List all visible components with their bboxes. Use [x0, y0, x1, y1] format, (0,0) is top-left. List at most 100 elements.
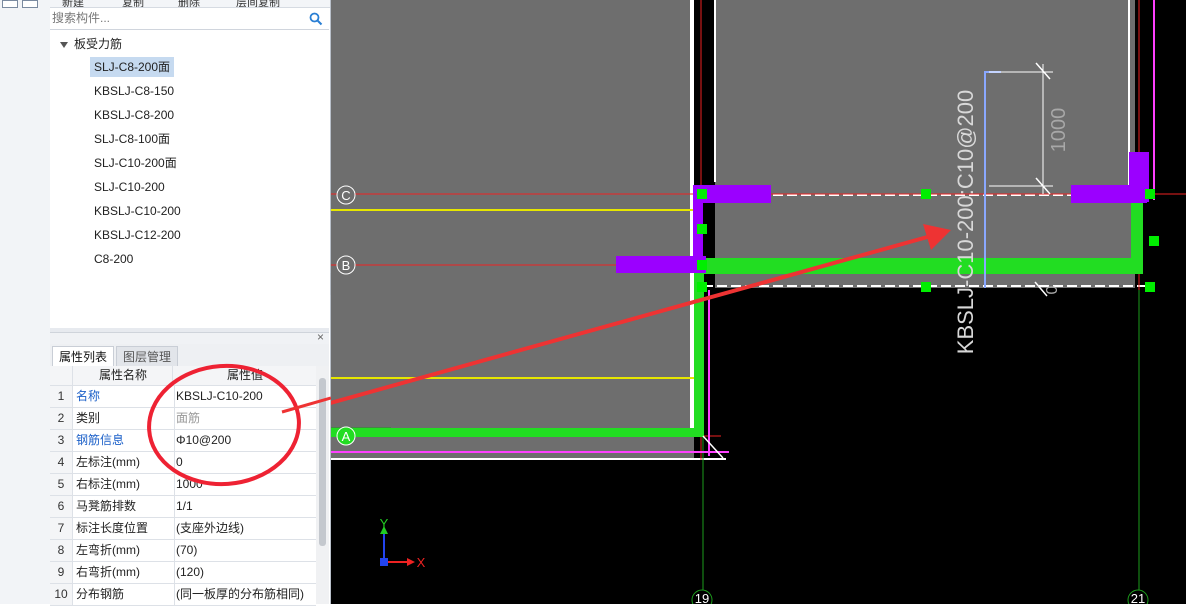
support-b[interactable]: [616, 256, 706, 273]
grip[interactable]: [697, 260, 707, 270]
row-number: 4: [50, 452, 73, 473]
search-icon[interactable]: [309, 12, 323, 26]
property-name: 右标注(mm): [74, 474, 175, 495]
grip[interactable]: [697, 189, 707, 199]
dimension-text-0: 0: [1044, 285, 1061, 294]
dimension-tick: [702, 435, 724, 459]
component-search: [50, 8, 329, 30]
property-row: 5 右标注(mm) 1000: [50, 474, 316, 496]
grip[interactable]: [697, 224, 707, 234]
rebar-a[interactable]: [331, 428, 703, 437]
tab-property-list[interactable]: 属性列表: [52, 346, 115, 367]
grip[interactable]: [1145, 282, 1155, 292]
tree-item[interactable]: SLJ-C8-100面: [90, 129, 174, 149]
column-header-name: 属性名称: [74, 366, 173, 385]
property-name: 马凳筋排数: [74, 496, 175, 517]
property-row: 10 分布钢筋 (同一板厚的分布筋相同): [50, 584, 316, 606]
slab-left[interactable]: [331, 0, 694, 460]
axis-label-c: C: [341, 188, 350, 203]
grip[interactable]: [1149, 236, 1159, 246]
tree-item[interactable]: KBSLJ-C8-150: [90, 81, 178, 101]
tree-item[interactable]: SLJ-C10-200面: [90, 153, 181, 173]
property-name: 左标注(mm): [74, 452, 175, 473]
property-value: 面筋: [176, 411, 201, 425]
property-row: 9 右弯折(mm) (120): [50, 562, 316, 584]
toolstrip-button[interactable]: [2, 0, 18, 8]
property-value[interactable]: Φ10@200: [176, 430, 314, 451]
property-value[interactable]: (支座外边线): [176, 518, 314, 539]
row-number: 6: [50, 496, 73, 517]
column-header-value: 属性值: [226, 368, 263, 382]
component-tree: 板受力筋 SLJ-C8-200面 KBSLJ-C8-150 KBSLJ-C8-2…: [50, 30, 329, 328]
copy-button[interactable]: 复制: [122, 0, 144, 7]
left-toolstrip: [0, 0, 51, 604]
expand-triangle-icon[interactable]: [60, 41, 68, 48]
floor-copy-button[interactable]: 层间复制: [236, 0, 280, 7]
property-name: 钢筋信息: [74, 430, 175, 451]
tree-item[interactable]: SLJ-C10-200: [90, 177, 169, 197]
row-number: 3: [50, 430, 73, 451]
rebar-b[interactable]: [703, 258, 1143, 274]
row-number: 7: [50, 518, 73, 539]
property-name: 类别: [74, 408, 175, 429]
component-toolbar: 新建 复制 删除 层间复制: [50, 0, 330, 8]
property-value[interactable]: 1000: [176, 474, 314, 495]
tree-item[interactable]: C8-200: [90, 249, 137, 269]
property-value[interactable]: 1/1: [176, 496, 314, 517]
rebar-vertical[interactable]: [694, 270, 704, 437]
property-name: 右弯折(mm): [74, 562, 175, 583]
property-name: 标注长度位置: [74, 518, 175, 539]
grip[interactable]: [921, 282, 931, 292]
rebar-right[interactable]: [1131, 200, 1143, 270]
tree-item[interactable]: KBSLJ-C8-200: [90, 105, 178, 125]
toolstrip-button[interactable]: [22, 0, 38, 8]
property-value[interactable]: (120): [176, 562, 314, 583]
ucs-icon: [380, 526, 415, 566]
new-button[interactable]: 新建: [62, 0, 84, 7]
property-tabs: 属性列表 图层管理: [50, 344, 329, 367]
row-number: 10: [50, 584, 73, 605]
row-number: 1: [50, 386, 73, 407]
property-value[interactable]: (同一板厚的分布筋相同): [176, 584, 314, 605]
property-row: 6 马凳筋排数 1/1: [50, 496, 316, 518]
axis-label-19: 19: [695, 591, 709, 604]
tab-layer-management[interactable]: 图层管理: [116, 346, 179, 367]
row-number: 8: [50, 540, 73, 561]
dimension-text-1000: 1000: [1048, 108, 1070, 153]
tree-item[interactable]: SLJ-C8-200面: [90, 57, 175, 77]
property-value[interactable]: KBSLJ-C10-200: [176, 386, 314, 407]
grip[interactable]: [921, 189, 931, 199]
row-number: 2: [50, 408, 73, 429]
property-row: 3 钢筋信息 Φ10@200: [50, 430, 316, 452]
property-name: 分布钢筋: [74, 584, 175, 605]
close-icon[interactable]: ×: [317, 330, 324, 344]
property-name: 左弯折(mm): [74, 540, 175, 561]
property-row: 1 名称 KBSLJ-C10-200: [50, 386, 316, 408]
property-scrollbar[interactable]: [316, 366, 329, 604]
property-row: 8 左弯折(mm) (70): [50, 540, 316, 562]
property-value[interactable]: 0: [176, 452, 314, 473]
axis-label-a: A: [342, 429, 351, 444]
tree-item[interactable]: KBSLJ-C10-200: [90, 201, 185, 221]
slab-right[interactable]: [715, 0, 1135, 288]
ucs-y-label: Y: [380, 516, 389, 531]
grip[interactable]: [697, 282, 707, 292]
axis-label-b: B: [342, 258, 351, 273]
property-row: 7 标注长度位置 (支座外边线): [50, 518, 316, 540]
tree-item[interactable]: KBSLJ-C12-200: [90, 225, 185, 245]
row-number-header: [50, 366, 73, 385]
rebar-label[interactable]: KBSLJ-C10-200:C10@200: [953, 90, 978, 354]
drawing-canvas[interactable]: 1000 0 KBSLJ-C10-200:C10@200 C B A 19 21: [331, 0, 1186, 604]
tree-group-slab-rebar[interactable]: 板受力筋: [60, 36, 122, 52]
property-row: 4 左标注(mm) 0: [50, 452, 316, 474]
grip[interactable]: [1145, 189, 1155, 199]
search-input[interactable]: [52, 10, 302, 26]
scrollbar-thumb[interactable]: [319, 378, 326, 546]
ucs-x-label: X: [417, 555, 426, 570]
property-value[interactable]: (70): [176, 540, 314, 561]
delete-button[interactable]: 删除: [178, 0, 200, 7]
property-grid-header: 属性名称 属性值: [50, 366, 316, 386]
row-number: 5: [50, 474, 73, 495]
axis-label-21: 21: [1131, 591, 1145, 604]
tree-group-label: 板受力筋: [74, 37, 123, 51]
